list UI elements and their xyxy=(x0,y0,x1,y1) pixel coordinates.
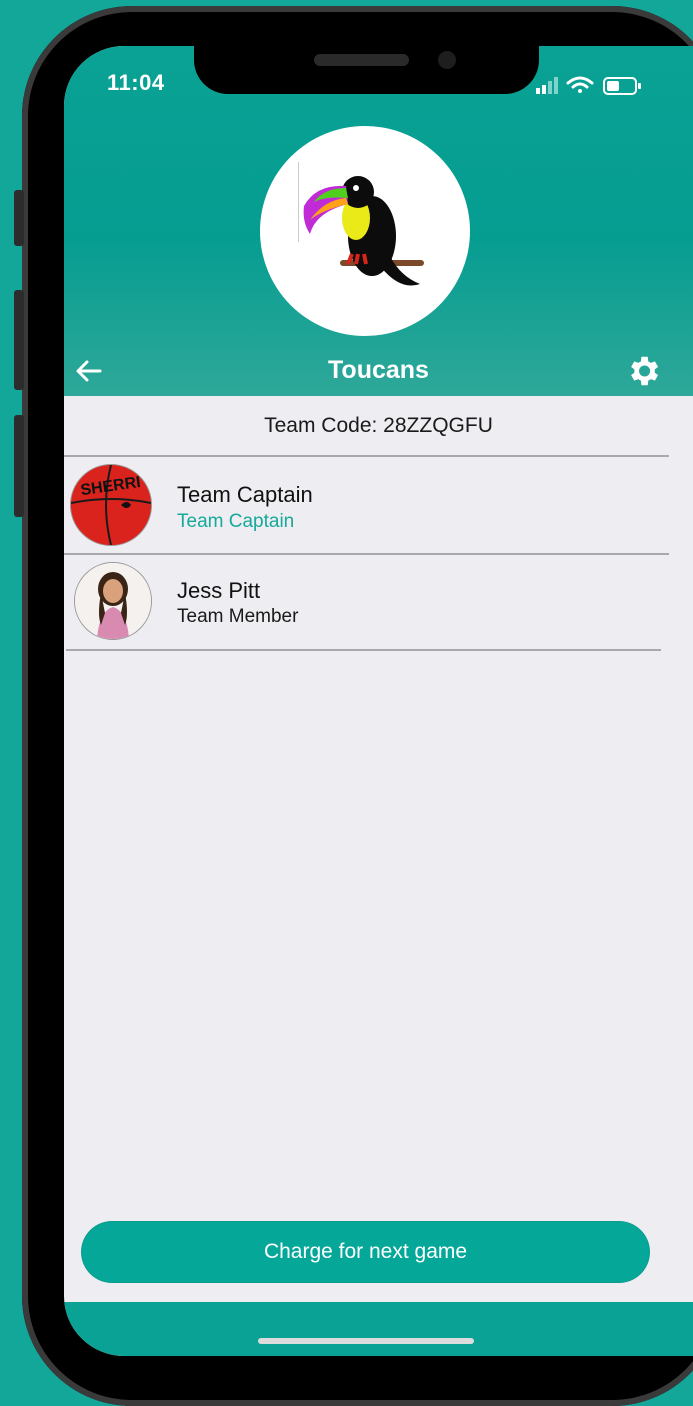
app-screen: 11:04 Toucans Team Code: 28ZZQGFU SHERRI… xyxy=(64,46,693,1356)
volume-down-button xyxy=(14,415,24,517)
member-name: Team Captain xyxy=(177,482,313,507)
member-name: Jess Pitt xyxy=(177,578,261,603)
team-header: 11:04 Toucans xyxy=(64,46,693,396)
member-row-captain[interactable]: SHERRI Team Captain Team Captain xyxy=(64,458,669,554)
front-camera xyxy=(438,51,456,69)
speaker xyxy=(314,54,409,66)
member-role: Team Member xyxy=(177,606,299,627)
team-code-label: Team Code: 28ZZQGFU xyxy=(264,414,493,437)
charge-next-game-button[interactable]: Charge for next game xyxy=(82,1222,649,1282)
battery-icon xyxy=(603,77,641,95)
member-row-jess-pitt[interactable]: Jess Pitt Team Member xyxy=(64,556,669,652)
divider xyxy=(66,649,661,651)
signal-icon xyxy=(536,77,558,94)
gear-icon[interactable] xyxy=(624,352,662,390)
toucan-logo-icon xyxy=(298,162,424,286)
divider xyxy=(64,455,669,457)
mute-switch xyxy=(14,190,24,246)
member-role: Team Captain xyxy=(177,511,295,532)
divider xyxy=(64,553,669,555)
notch xyxy=(194,46,539,94)
status-icons xyxy=(536,76,641,95)
home-indicator[interactable] xyxy=(258,1338,474,1344)
basketball-icon: SHERRI xyxy=(71,465,151,545)
person-photo-icon xyxy=(75,563,151,639)
team-logo-avatar[interactable] xyxy=(260,126,470,336)
volume-up-button xyxy=(14,290,24,390)
page-title: Toucans xyxy=(328,356,429,384)
captain-avatar: SHERRI xyxy=(70,464,152,546)
wifi-icon xyxy=(566,76,594,93)
status-time: 11:04 xyxy=(107,70,165,95)
jess-pitt-avatar xyxy=(74,562,152,640)
bottom-bar xyxy=(64,1302,693,1356)
